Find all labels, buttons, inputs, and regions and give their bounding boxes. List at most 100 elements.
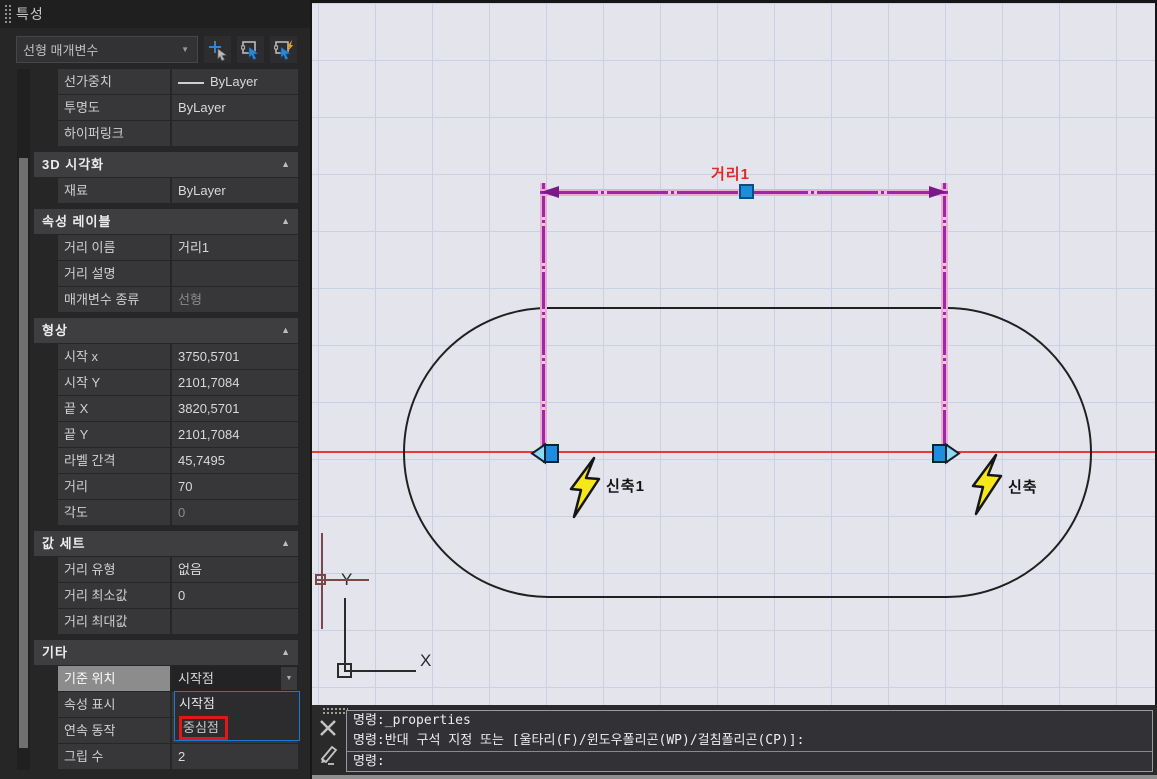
property-label: 그립 수 <box>58 744 172 769</box>
property-row: 각도 0 <box>58 500 298 525</box>
property-grid: 선가중치 ByLayer 투명도 ByLayer 하이퍼링크 3D 시각화 ▲ <box>34 69 300 770</box>
property-row: 거리 최소값 0 <box>58 583 298 608</box>
property-label: 기준 위치 <box>58 666 172 691</box>
pickadd-toggle-button[interactable] <box>204 36 231 63</box>
property-row: 거리 설명 <box>58 261 298 286</box>
property-row: 거리 이름 거리1 <box>58 235 298 260</box>
palette-scrollbar-track[interactable] <box>17 69 30 770</box>
dimension-extension-line-right <box>941 183 948 453</box>
property-row: 시작 x 3750,5701 <box>58 344 298 369</box>
property-label: 거리 설명 <box>58 261 172 286</box>
property-row: 끝 Y 2101,7084 <box>58 422 298 447</box>
palette-grip-icon[interactable] <box>4 4 12 25</box>
dimension-arrowhead-right-icon <box>929 186 947 198</box>
command-line-bar: 명령:_properties 명령:반대 구석 지정 또는 [울타리(F)/윈도… <box>312 705 1157 779</box>
section-header[interactable]: 기타 ▲ <box>34 640 298 665</box>
palette-titlebar[interactable]: 특성 <box>0 0 310 28</box>
property-label: 끝 Y <box>58 422 172 447</box>
property-value[interactable] <box>172 121 298 146</box>
ucs-origin-square-icon <box>337 663 352 678</box>
chevron-down-icon: ▼ <box>285 675 293 682</box>
lineweight-glyph-icon <box>178 81 204 84</box>
dropdown-option-center[interactable]: 중심점 <box>175 716 299 740</box>
property-value[interactable]: 거리1 <box>172 235 298 260</box>
command-bar-grip-icon[interactable] <box>322 707 348 716</box>
property-value[interactable] <box>172 261 298 286</box>
command-history-line: 명령:_properties <box>353 713 471 728</box>
command-history-line: 명령:반대 구석 지정 또는 [울타리(F)/윈도우폴리곤(WP)/걸침폴리곤(… <box>353 733 805 748</box>
section-title: 속성 레이블 <box>42 214 112 229</box>
quick-select-button[interactable] <box>270 36 297 63</box>
property-row: 하이퍼링크 <box>58 121 298 146</box>
property-value[interactable]: ByLayer <box>172 95 298 120</box>
lightning-action-icon[interactable] <box>968 453 1006 517</box>
property-value[interactable]: 2101,7084 <box>172 422 298 447</box>
property-row: 끝 X 3820,5701 <box>58 396 298 421</box>
property-value: 0 <box>178 505 186 520</box>
parameter-base-anchor-icon <box>315 574 326 585</box>
drawing-canvas[interactable]: 거리1 신축1 신축 X Y <box>312 3 1155 705</box>
property-value[interactable]: ByLayer <box>172 69 298 94</box>
section-header[interactable]: 속성 레이블 ▲ <box>34 209 298 234</box>
collapse-arrow-icon[interactable]: ▲ <box>281 209 290 234</box>
property-row: 재료 ByLayer <box>58 178 298 203</box>
property-value[interactable]: 45,7495 <box>172 448 298 473</box>
stretch-grip-right[interactable] <box>929 441 961 466</box>
section-3d-visualization: 3D 시각화 ▲ 재료 ByLayer <box>34 152 298 204</box>
property-value[interactable]: 0 <box>172 583 298 608</box>
section-header[interactable]: 값 세트 ▲ <box>34 531 298 556</box>
chevron-down-icon: ▼ <box>181 45 189 54</box>
base-position-combobox[interactable]: 시작점 ▼ <box>172 666 298 691</box>
property-label: 라벨 간격 <box>58 448 172 473</box>
property-value[interactable]: ByLayer <box>172 178 298 203</box>
collapse-arrow-icon[interactable]: ▲ <box>281 531 290 556</box>
combobox-dropdown-button[interactable]: ▼ <box>281 667 297 690</box>
select-objects-button[interactable] <box>237 36 264 63</box>
property-row: 시작 Y 2101,7084 <box>58 370 298 395</box>
ucs-icon <box>344 598 346 672</box>
property-value[interactable]: 2 <box>172 744 298 769</box>
property-value[interactable]: 2101,7084 <box>172 370 298 395</box>
property-value[interactable]: 3750,5701 <box>172 344 298 369</box>
stretch-grip-left[interactable] <box>530 441 562 466</box>
customize-pencil-icon[interactable] <box>317 745 339 765</box>
command-input-area[interactable]: 명령:_properties 명령:반대 구석 지정 또는 [울타리(F)/윈도… <box>346 710 1153 772</box>
property-label: 거리 유형 <box>58 557 172 582</box>
property-value[interactable]: 3820,5701 <box>172 396 298 421</box>
close-icon[interactable] <box>318 718 338 738</box>
dimension-arrowhead-left-icon <box>541 186 559 198</box>
property-row: 매개변수 종류 선형 <box>58 287 298 312</box>
property-value[interactable]: 없음 <box>172 557 298 582</box>
stretch-action-label-1: 신축1 <box>606 478 645 495</box>
collapse-arrow-icon[interactable]: ▲ <box>281 640 290 665</box>
dimension-parameter-label: 거리1 <box>711 166 750 183</box>
property-label: 연속 동작 <box>58 718 172 743</box>
properties-palette: 특성 선형 매개변수 ▼ 선가중치 ByLayer 투명도 ByLayer 하이… <box>0 0 310 779</box>
property-label: 재료 <box>58 178 172 203</box>
lightning-action-icon[interactable] <box>566 456 604 520</box>
collapse-arrow-icon[interactable]: ▲ <box>281 152 290 177</box>
property-label: 하이퍼링크 <box>58 121 172 146</box>
property-row: 거리 최대값 <box>58 609 298 634</box>
parameter-type-value: 선형 매개변수 <box>23 43 99 58</box>
property-label: 시작 Y <box>58 370 172 395</box>
section-title: 형상 <box>42 323 68 338</box>
property-value[interactable]: 70 <box>172 474 298 499</box>
collapse-arrow-icon[interactable]: ▲ <box>281 318 290 343</box>
application-window: 특성 선형 매개변수 ▼ 선가중치 ByLayer 투명도 ByLayer 하이… <box>0 0 1157 779</box>
palette-scrollbar-thumb[interactable] <box>19 158 28 748</box>
select-objects-icon <box>240 40 259 60</box>
command-prompt-line[interactable]: 명령: <box>347 751 1152 771</box>
parameter-center-grip[interactable] <box>739 184 754 199</box>
dropdown-option-start[interactable]: 시작점 <box>175 692 299 716</box>
section-value-set: 값 세트 ▲ 거리 유형 없음 거리 최소값 0 거리 최대값 <box>34 531 298 635</box>
property-value[interactable] <box>172 609 298 634</box>
section-general: 선가중치 ByLayer 투명도 ByLayer 하이퍼링크 <box>34 69 298 147</box>
section-header[interactable]: 3D 시각화 ▲ <box>34 152 298 177</box>
red-highlight-annotation: 중심점 <box>179 716 228 740</box>
parameter-type-select[interactable]: 선형 매개변수 ▼ <box>16 36 198 63</box>
section-header[interactable]: 형상 ▲ <box>34 318 298 343</box>
property-value-text: ByLayer <box>210 74 258 89</box>
property-label: 시작 x <box>58 344 172 369</box>
property-label: 거리 <box>58 474 172 499</box>
